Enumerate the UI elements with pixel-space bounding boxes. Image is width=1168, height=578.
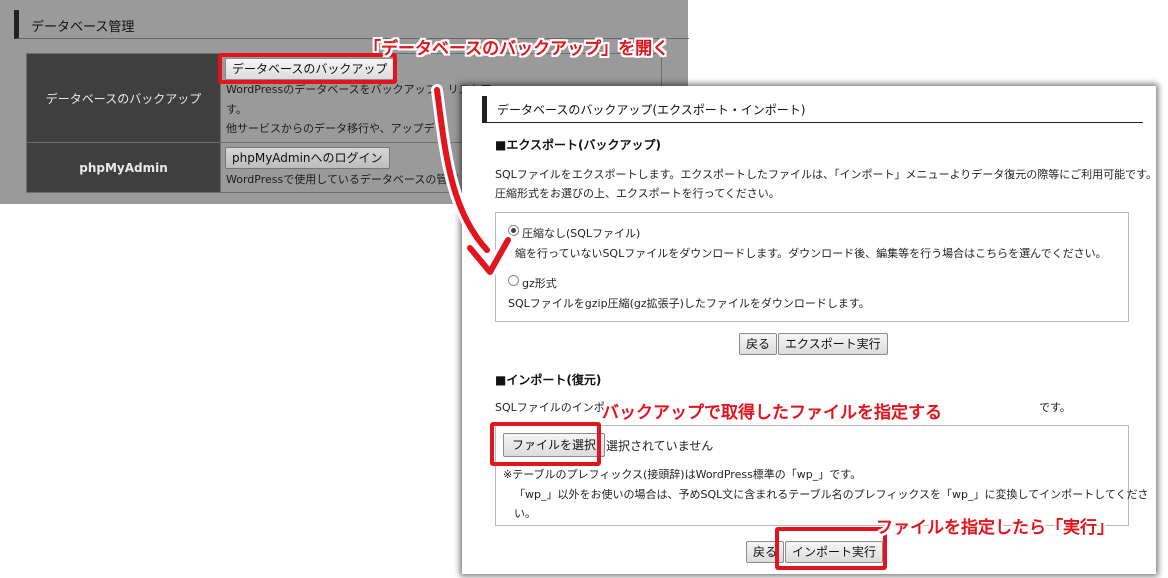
note-select-file: バックアップで取得したファイルを指定する xyxy=(602,403,942,423)
note-open-backup: 「データベースのバックアップ」を開く xyxy=(364,39,670,59)
note-execute: ファイルを指定したら「実行」 xyxy=(876,518,1114,538)
annotation-arrow-icon xyxy=(431,84,514,278)
